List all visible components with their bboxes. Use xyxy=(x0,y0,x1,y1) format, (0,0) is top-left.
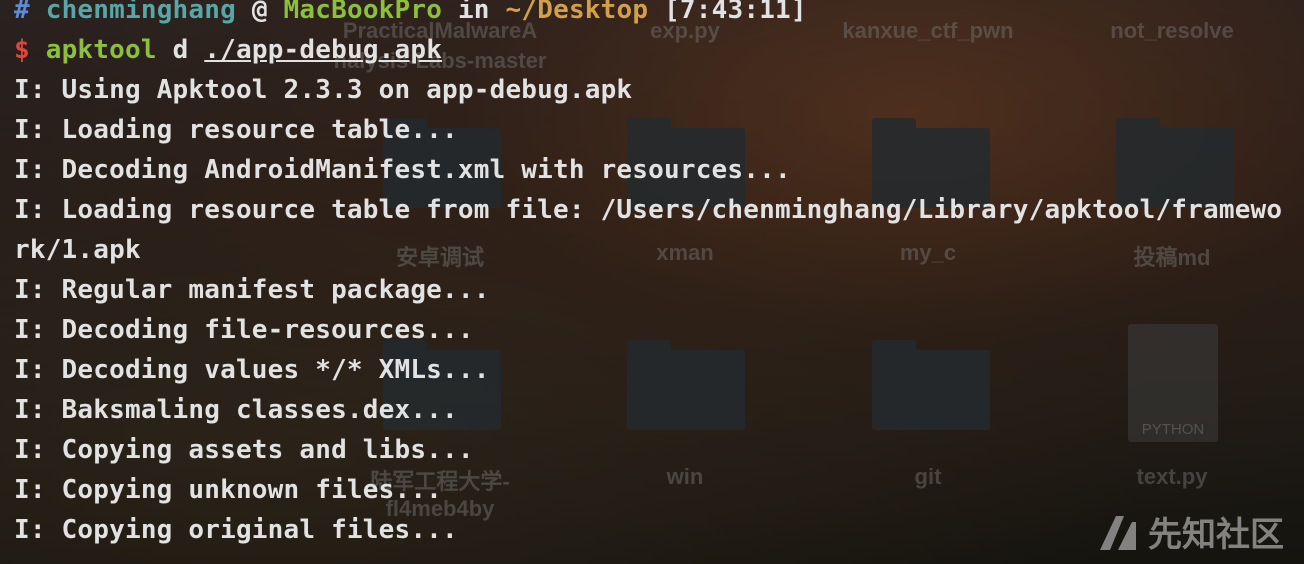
prompt-in: in xyxy=(457,0,490,25)
output-line: rk/1.apk xyxy=(14,235,141,265)
prompt-hash: # xyxy=(14,0,30,25)
output-line: I: Decoding file-resources... xyxy=(14,315,474,345)
prompt-user: chenminghang xyxy=(45,0,236,25)
output-line: I: Decoding values */* XMLs... xyxy=(14,355,490,385)
watermark-text: 先知社区 xyxy=(1148,515,1284,555)
output-line: I: Loading resource table... xyxy=(14,115,458,145)
command-argument: ./app-debug.apk xyxy=(204,35,443,65)
output-line: I: Loading resource table from file: /Us… xyxy=(14,195,1283,225)
prompt-host: MacBookPro xyxy=(283,0,443,25)
command-line: $ apktool d ./app-debug.apk xyxy=(14,30,1304,70)
command-subcommand: d xyxy=(172,35,189,65)
output-line: I: Using Apktool 2.3.3 on app-debug.apk xyxy=(14,75,633,105)
output-line: I: Copying assets and libs... xyxy=(14,435,474,465)
prompt-cwd: ~/Desktop xyxy=(505,0,649,25)
output-line: I: Decoding AndroidManifest.xml with res… xyxy=(14,155,791,185)
watermark: 先知社区 xyxy=(1096,507,1284,556)
output-line: I: Baksmaling classes.dex... xyxy=(14,395,458,425)
output-line: I: Regular manifest package... xyxy=(14,275,490,305)
prompt-line: # chenminghang @ MacBookPro in ~/Desktop… xyxy=(14,0,1304,30)
prompt-at: @ xyxy=(251,0,268,25)
terminal-output[interactable]: # chenminghang @ MacBookPro in ~/Desktop… xyxy=(14,0,1304,550)
xianzhi-logo-icon xyxy=(1100,515,1136,550)
prompt-time: [7:43:11] xyxy=(664,0,807,25)
prompt-dollar: $ xyxy=(14,35,30,65)
command-name: apktool xyxy=(45,35,157,65)
output-line: I: Copying unknown files... xyxy=(14,475,443,505)
